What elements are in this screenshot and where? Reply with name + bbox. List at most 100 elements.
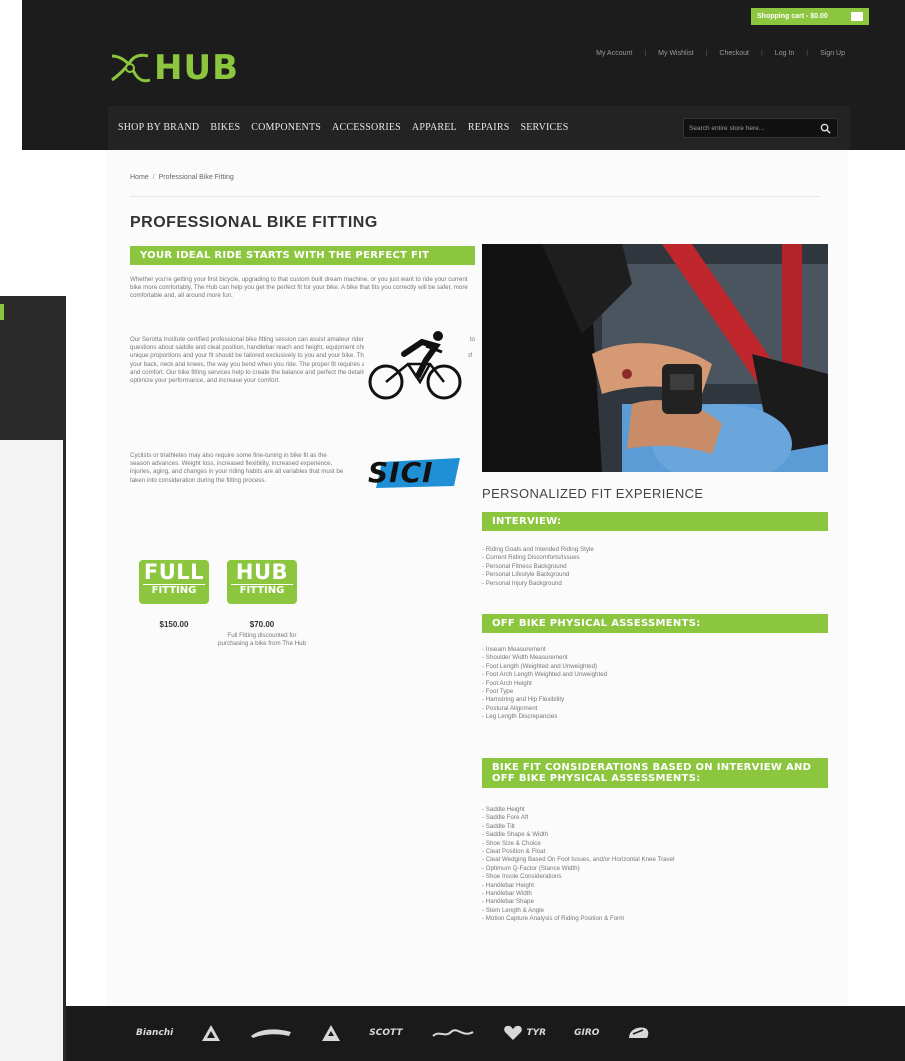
swoosh-brand-icon[interactable] — [249, 1024, 293, 1042]
title-divider — [130, 196, 820, 197]
brand-tyr[interactable]: TYR — [527, 1028, 547, 1038]
list-item: - Personal Fitness Background — [482, 562, 567, 570]
brand-bianchi[interactable]: Bianchi — [136, 1028, 173, 1038]
side-panel-accent — [0, 304, 4, 320]
hub-fitting-price: $70.00 — [249, 620, 275, 629]
script-brand-icon[interactable] — [431, 1024, 475, 1042]
list-item: - Shoe Size & Choice — [482, 839, 541, 847]
list-item: - Shoe Insole Considerations — [482, 873, 562, 881]
list-item: - Shoulder Width Measurement — [482, 654, 568, 662]
main-nav: SHOP BY BRAND BIKES COMPONENTS ACCESSORI… — [118, 122, 569, 133]
search-icon[interactable] — [820, 123, 831, 134]
breadcrumb-home[interactable]: Home — [130, 174, 149, 181]
account-links: My Account | My Wishlist | Checkout | Lo… — [596, 50, 845, 57]
list-item: - Saddle Fore Aft — [482, 814, 529, 822]
fit-experience-heading: PERSONALIZED FIT EXPERIENCE — [482, 486, 704, 501]
list-item: - Stem Length & Angle — [482, 906, 544, 914]
list-item: - Inseam Measurement — [482, 646, 546, 653]
cart-icon — [851, 12, 863, 21]
link-sign-up[interactable]: Sign Up — [820, 50, 845, 57]
full-badge-subtitle: FITTING — [143, 584, 205, 597]
sici-logo: SICI — [364, 454, 468, 496]
list-item: - Optimum Q-Factor (Stance Width) — [482, 864, 580, 872]
list-item: - Hamstring and Hip Flexibility — [482, 696, 565, 704]
list-item: - Postural Alignment — [482, 704, 538, 712]
divider: | — [760, 50, 763, 57]
breadcrumb-separator: / — [152, 174, 155, 181]
mountain-brand-icon[interactable] — [201, 1024, 221, 1042]
list-item: - Saddle Height — [482, 806, 525, 813]
hub-fitting-note: Full Fitting discounted for purchasing a… — [218, 632, 306, 647]
cart-label: Shopping cart - $0.00 — [757, 13, 828, 20]
list-item: - Riding Goals and Intended Riding Style — [482, 546, 594, 553]
nav-repairs[interactable]: REPAIRS — [468, 122, 510, 133]
nav-services[interactable]: SERVICES — [520, 122, 568, 133]
interview-list: - Riding Goals and Intended Riding Style… — [482, 546, 828, 588]
list-item: - Cleat Position & Float — [482, 848, 546, 856]
hub-badge-title: HUB — [235, 560, 289, 584]
brand-scott[interactable]: SCOTT — [369, 1028, 402, 1038]
list-item: - Saddle Shape & Width — [482, 831, 549, 839]
list-item: - Foot Arch Height — [482, 679, 532, 687]
link-log-in[interactable]: Log In — [775, 50, 794, 57]
nav-components[interactable]: COMPONENTS — [251, 122, 321, 133]
list-item: - Foot Type — [482, 688, 514, 696]
hub-badge-subtitle: FITTING — [231, 584, 293, 597]
peak-brand-icon[interactable] — [321, 1024, 341, 1042]
full-fitting-price: $150.00 — [159, 620, 189, 629]
shopping-cart-button[interactable]: Shopping cart - $0.00 — [751, 8, 869, 25]
full-badge-title: FULL — [143, 560, 205, 584]
nav-apparel[interactable]: APPAREL — [412, 122, 457, 133]
side-panel-header — [0, 296, 66, 440]
list-item: - Leg Length Discrepancies — [482, 713, 558, 721]
brand-logos: Bianchi SCOTT TYR GIRO — [136, 1024, 651, 1042]
cyclist-silhouette-icon — [364, 324, 468, 402]
list-item: - Personal Injury Background — [482, 579, 562, 587]
list-item: - Foot Length (Weighted and Unweighted) — [482, 662, 598, 670]
brand-giro[interactable]: GIRO — [574, 1028, 599, 1038]
nav-bikes[interactable]: BIKES — [210, 122, 240, 133]
main-content: Home / Professional Bike Fitting PROFESSIO… — [106, 150, 848, 1006]
logo-text: HUB — [154, 48, 239, 88]
assessments-banner: OFF BIKE PHYSICAL ASSESSMENTS: — [482, 614, 828, 633]
list-item: - Motion Capture Analysis of Riding Posi… — [482, 915, 625, 923]
list-item: - Foot Arch Length Weighted and Unweight… — [482, 671, 608, 679]
divider: | — [806, 50, 809, 57]
sici-logo-text: SICI — [368, 456, 434, 489]
link-my-wishlist[interactable]: My Wishlist — [658, 50, 693, 57]
site-header: Shopping cart - $0.00 HUB My Account | M… — [22, 0, 905, 150]
list-item: - Personal Lifestyle Background — [482, 571, 570, 579]
list-item: - Handlebar Width — [482, 890, 532, 898]
full-fitting-badge: FULL FITTING — [139, 560, 209, 604]
nav-shop-by-brand[interactable]: SHOP BY BRAND — [118, 122, 199, 133]
interview-banner: INTERVIEW: — [482, 512, 828, 531]
intro-banner: YOUR IDEAL RIDE STARTS WITH THE PERFECT … — [130, 246, 475, 265]
link-my-account[interactable]: My Account — [596, 50, 632, 57]
link-checkout[interactable]: Checkout — [719, 50, 749, 57]
brand-footer: Bianchi SCOTT TYR GIRO — [66, 1006, 905, 1061]
breadcrumb-current: Professional Bike Fitting — [158, 174, 234, 181]
side-panel — [0, 296, 66, 1061]
list-item: - Handlebar Height — [482, 881, 534, 889]
search-input[interactable] — [689, 122, 809, 135]
helmet-brand-icon[interactable] — [627, 1024, 651, 1042]
search-box — [683, 118, 838, 138]
triathlete-paragraph: Cyclists or triathletes may also require… — [130, 452, 344, 484]
heart-brand-icon[interactable] — [503, 1024, 523, 1042]
considerations-list: - Saddle Height - Saddle Fore Aft - Sadd… — [482, 806, 828, 924]
list-item: - Handlebar Shape — [482, 898, 534, 906]
divider: | — [644, 50, 647, 57]
page: Shopping cart - $0.00 HUB My Account | M… — [0, 0, 905, 1061]
assessments-list: - Inseam Measurement - Shoulder Width Me… — [482, 646, 828, 722]
breadcrumb: Home / Professional Bike Fitting — [130, 174, 234, 181]
considerations-banner: BIKE FIT CONSIDERATIONS BASED ON INTERVI… — [482, 758, 828, 788]
intro-paragraph: Whether you're getting your first bicycl… — [130, 276, 468, 300]
divider: | — [705, 50, 708, 57]
bike-fitting-photo — [482, 244, 828, 472]
main-nav-bar: SHOP BY BRAND BIKES COMPONENTS ACCESSORI… — [108, 106, 850, 150]
list-item: - Cleat Wedging Based On Foot Issues, an… — [482, 856, 675, 864]
site-logo[interactable]: HUB — [108, 48, 239, 88]
nav-accessories[interactable]: ACCESSORIES — [332, 122, 401, 133]
page-title: PROFESSIONAL BIKE FITTING — [130, 214, 378, 231]
hub-fitting-badge: HUB FITTING — [227, 560, 297, 604]
